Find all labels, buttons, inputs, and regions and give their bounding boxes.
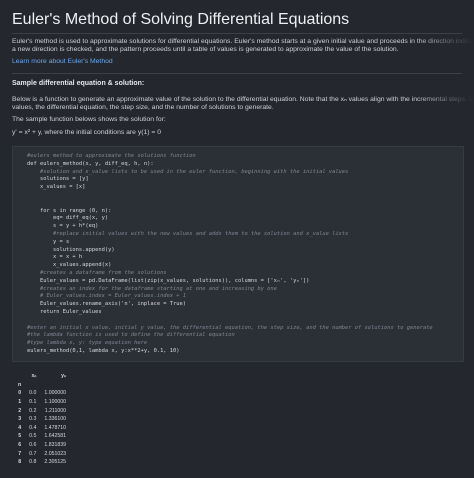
- table-row: 2 0.2 1.211000: [14, 406, 70, 415]
- code-line: # Euler_values.index = Euler_values.inde…: [27, 293, 187, 300]
- code-line: def eulers_method(x, y, diff_eq, h, n):: [27, 160, 154, 167]
- row-index: 2: [18, 407, 22, 414]
- table-row: 7 0.7 2.051023: [14, 449, 70, 458]
- notebook-page: Euler's Method of Solving Differential E…: [0, 0, 474, 478]
- code-line: x = x + h: [27, 254, 83, 261]
- index-header-blank: [14, 372, 25, 381]
- y-value: 1.478710: [44, 424, 67, 431]
- row-index: 3: [18, 416, 22, 423]
- y-value: 1.211000: [44, 407, 67, 414]
- code-line: x_values.append(x): [27, 262, 112, 269]
- code-line: #the lambda function is used to define t…: [27, 332, 235, 339]
- table-row: 1 0.1 1.100000: [14, 398, 70, 407]
- index-name: n: [18, 381, 22, 388]
- y-value: 2.051023: [44, 450, 67, 457]
- code-line: eq= diff_eq(x, y): [27, 215, 109, 222]
- row-index: 4: [18, 424, 22, 431]
- y-value: 1.642581: [44, 433, 67, 440]
- row-index: 5: [18, 433, 22, 440]
- code-line: s = y + h*(eq): [27, 223, 99, 230]
- sample-intro: The sample function belows shows the sol…: [12, 116, 166, 123]
- code-line: #creates a dataframe from the solutions: [27, 270, 167, 276]
- x-value: 0.8: [29, 459, 37, 466]
- x-value: 0.1: [29, 399, 37, 406]
- page-title: Euler's Method of Solving Differential E…: [12, 11, 350, 28]
- table-row: 8 0.8 2.305125: [14, 458, 70, 467]
- table-row: 5 0.5 1.642581: [14, 432, 70, 441]
- code-line: solutions.append(y): [27, 246, 115, 253]
- y-value: 1.336100: [44, 416, 67, 423]
- code-line: #solution and x_value lists to be used i…: [27, 168, 349, 175]
- row-index: 7: [18, 450, 22, 457]
- x-value: 0.6: [29, 442, 37, 449]
- learn-more-link[interactable]: Learn more about Euler's Method: [12, 58, 113, 65]
- code-line: eulers_method(0,1, lambda x, y:x**2+y, 0…: [27, 348, 180, 354]
- overflow-fade: [414, 94, 474, 104]
- code-line: y = s: [27, 238, 70, 245]
- y-value: 1.100000: [44, 399, 67, 406]
- row-index: 1: [18, 399, 22, 406]
- y-value: 2.305125: [44, 459, 67, 466]
- x-value: 0.3: [29, 416, 37, 423]
- code-line: for s in range (0, n):: [27, 207, 112, 214]
- intro-line-2: a new direction is checked, and the patt…: [12, 46, 399, 53]
- output-dataframe: xₙ yₙ n 0 0.0 1.000000 1 0.1 1.100000 2 0.2 1.21…: [14, 372, 70, 467]
- code-line: x_values = [x]: [27, 184, 86, 191]
- table-row: 6 0.6 1.831839: [14, 441, 70, 450]
- code-line: #replace initial values with the new val…: [27, 231, 349, 237]
- code-line: Euler_values.rename_axis('n', inplace = …: [27, 301, 187, 308]
- equation-text: y' = x² + y, where the initial condition…: [12, 129, 162, 136]
- column-header-x: xₙ: [31, 373, 37, 380]
- table-row: 4 0.4 1.478710: [14, 424, 70, 433]
- code-line: Euler_values = pd.DataFrame(list(zip(x_v…: [27, 277, 310, 284]
- row-index: 0: [18, 390, 22, 397]
- section-line-2: values, the differential equation, the s…: [12, 104, 274, 111]
- code-line: return Euler_values: [27, 309, 102, 315]
- row-index: 6: [18, 442, 22, 449]
- column-header-y: yₙ: [61, 373, 67, 380]
- row-index: 8: [18, 459, 22, 466]
- section-heading: Sample differential equation & solution:: [12, 80, 145, 87]
- code-line: #type lambda x, y: type equation here: [27, 340, 148, 347]
- x-value: 0.2: [29, 407, 37, 414]
- table-row: 3 0.3 1.336100: [14, 415, 70, 424]
- code-line: #enter an initial x value, initial y val…: [27, 324, 433, 331]
- x-value: 0.7: [29, 450, 37, 457]
- code-line: solutions = [y]: [27, 176, 89, 183]
- overflow-fade: [414, 36, 474, 46]
- code-line: #eulers method to approximate the soluti…: [27, 153, 196, 159]
- y-value: 1.000000: [44, 390, 67, 397]
- code-line: #creates an index for the dataframe star…: [27, 285, 277, 292]
- table-row: 0 0.0 1.000000: [14, 389, 70, 398]
- title-divider: [12, 33, 462, 34]
- x-value: 0.0: [29, 390, 37, 397]
- x-value: 0.4: [29, 424, 37, 431]
- code-cell[interactable]: #eulers method to approximate the soluti…: [12, 146, 464, 362]
- x-value: 0.5: [29, 433, 37, 440]
- y-value: 1.831839: [44, 442, 67, 449]
- section-divider: [12, 73, 462, 74]
